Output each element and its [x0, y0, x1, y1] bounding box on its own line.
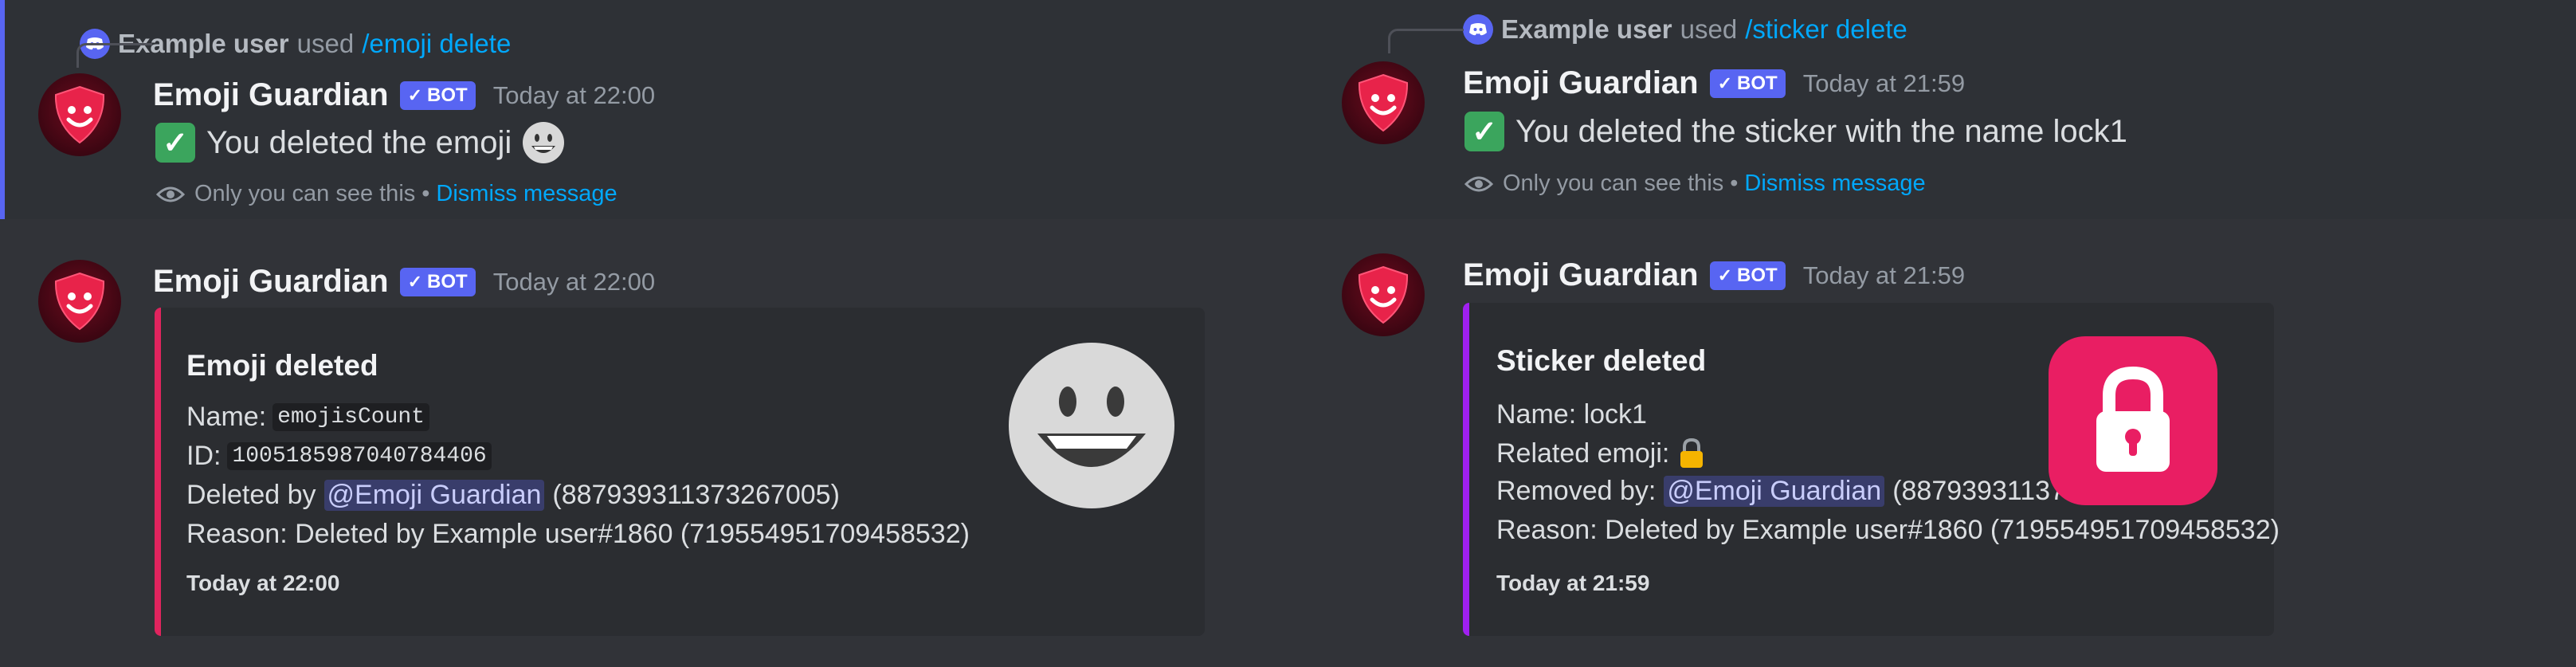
- discord-logo-icon: [1463, 14, 1493, 45]
- bot-badge-label: BOT: [1737, 264, 1778, 286]
- message-timestamp[interactable]: Today at 21:59: [1803, 261, 1965, 290]
- bot-badge: ✓ BOT: [399, 267, 476, 296]
- embed-name-field: Name: emojisCount: [186, 402, 429, 433]
- message-header: Emoji Guardian ✓ BOT Today at 21:59: [1463, 257, 1965, 293]
- grinning-face-icon: [523, 122, 565, 163]
- id-value: 1005185987040784406: [227, 442, 492, 470]
- check-mark-icon: ✓: [155, 123, 195, 163]
- reply-spine: [76, 43, 152, 68]
- embed-name-field: Name: lock1: [1496, 399, 1647, 430]
- separator-dot: •: [1730, 171, 1739, 196]
- message-content: ✓ You deleted the sticker with the name …: [1464, 112, 2127, 151]
- only-you-text: Only you can see this: [194, 181, 416, 206]
- bot-avatar[interactable]: [38, 73, 121, 156]
- embed-footer-timestamp: Today at 21:59: [1496, 571, 1650, 595]
- embed-footer-timestamp: Today at 22:00: [186, 571, 340, 595]
- shield-smile-icon: [54, 85, 105, 144]
- embed-color-bar: [1463, 303, 1469, 636]
- eye-icon: [156, 186, 185, 202]
- author-name[interactable]: Emoji Guardian: [1463, 65, 1699, 101]
- embed-color-bar: [155, 308, 161, 636]
- message-text: You deleted the emoji: [206, 124, 512, 160]
- grinning-face-icon[interactable]: [1007, 341, 1176, 510]
- author-name[interactable]: Emoji Guardian: [153, 264, 389, 300]
- bot-badge-label: BOT: [427, 84, 468, 106]
- dismiss-message-link[interactable]: Dismiss message: [436, 181, 617, 207]
- bot-badge: ✓ BOT: [1709, 69, 1786, 98]
- bot-badge: ✓ BOT: [399, 80, 476, 110]
- command-reply-line: Example user used /sticker delete: [1388, 14, 1907, 53]
- lock-icon: [1680, 437, 1704, 468]
- check-mark-icon: ✓: [1464, 112, 1504, 151]
- sticker-delete-pane: Example user used /sticker delete Emoji …: [1315, 0, 2576, 667]
- lock-sticker-icon[interactable]: [2049, 336, 2217, 505]
- verified-check-icon: ✓: [407, 84, 423, 105]
- shield-smile-icon: [1358, 73, 1409, 132]
- embed-title: Emoji deleted: [186, 349, 378, 382]
- only-you-text: Only you can see this: [1503, 171, 1724, 196]
- mention-id: (887939311373267005): [552, 480, 840, 510]
- message-header: Emoji Guardian ✓ BOT Today at 22:00: [153, 264, 655, 300]
- shield-smile-icon: [54, 272, 105, 331]
- deleted-by-label: Deleted by: [186, 480, 316, 510]
- message-header: Emoji Guardian ✓ BOT Today at 21:59: [1463, 65, 1965, 101]
- slash-command-link[interactable]: /sticker delete: [1745, 14, 1907, 45]
- embed-reason-field: Reason: Deleted by Example user#1860 (71…: [1496, 515, 2280, 545]
- name-label: Name:: [186, 402, 267, 432]
- id-label: ID:: [186, 441, 222, 471]
- message-timestamp[interactable]: Today at 22:00: [493, 81, 655, 110]
- user-mention[interactable]: @Emoji Guardian: [323, 480, 545, 511]
- bot-badge-label: BOT: [427, 270, 468, 292]
- bot-avatar[interactable]: [1342, 253, 1425, 336]
- verified-check-icon: ✓: [1717, 73, 1733, 93]
- shield-smile-icon: [1358, 265, 1409, 324]
- sticker-deleted-embed: Sticker deleted Name: lock1 Related emoj…: [1463, 303, 2280, 636]
- separator-dot: •: [421, 181, 430, 206]
- author-name[interactable]: Emoji Guardian: [1463, 257, 1699, 293]
- message-timestamp[interactable]: Today at 22:00: [493, 268, 655, 296]
- embed-related-emoji-field: Related emoji:: [1496, 437, 1706, 469]
- reply-used-text: used: [296, 29, 355, 58]
- ephemeral-notice: Only you can see this • Dismiss message: [1464, 171, 1926, 197]
- eye-icon: [1464, 176, 1493, 191]
- removed-by-label: Removed by:: [1496, 476, 1657, 506]
- dismiss-message-link[interactable]: Dismiss message: [1744, 171, 1925, 197]
- author-name[interactable]: Emoji Guardian: [153, 77, 389, 113]
- emoji-delete-pane: Example user used /emoji delete Emoji Gu…: [0, 0, 1315, 667]
- bot-badge: ✓ BOT: [1709, 261, 1786, 290]
- verified-check-icon: ✓: [1717, 265, 1733, 285]
- bot-badge-label: BOT: [1737, 72, 1778, 94]
- related-emoji-label: Related emoji:: [1496, 437, 1670, 469]
- ephemeral-notice: Only you can see this • Dismiss message: [156, 181, 618, 207]
- reply-username[interactable]: Example user: [1501, 14, 1672, 45]
- embed-reason-field: Reason: Deleted by Example user#1860 (71…: [186, 519, 970, 549]
- embed-deleted-by-field: Deleted by @Emoji Guardian (887939311373…: [186, 480, 840, 511]
- command-reply-line: Example user used /emoji delete: [76, 29, 511, 68]
- reply-used-text: used: [1680, 14, 1738, 44]
- message-content: ✓ You deleted the emoji: [155, 120, 566, 165]
- emoji-deleted-embed: Emoji deleted Name: emojisCount ID: 1005…: [155, 308, 1205, 636]
- embed-title: Sticker deleted: [1496, 344, 1707, 377]
- slash-command-link[interactable]: /emoji delete: [362, 29, 511, 59]
- bot-avatar[interactable]: [38, 260, 121, 343]
- bot-avatar[interactable]: [1342, 61, 1425, 144]
- verified-check-icon: ✓: [407, 271, 423, 292]
- embed-id-field: ID: 1005185987040784406: [186, 441, 492, 472]
- user-mention[interactable]: @Emoji Guardian: [1664, 476, 1885, 507]
- reply-spine: [1388, 29, 1464, 53]
- message-text: You deleted the sticker with the name lo…: [1515, 113, 2127, 149]
- name-value: emojisCount: [272, 403, 429, 431]
- message-timestamp[interactable]: Today at 21:59: [1803, 69, 1965, 98]
- message-header: Emoji Guardian ✓ BOT Today at 22:00: [153, 77, 655, 113]
